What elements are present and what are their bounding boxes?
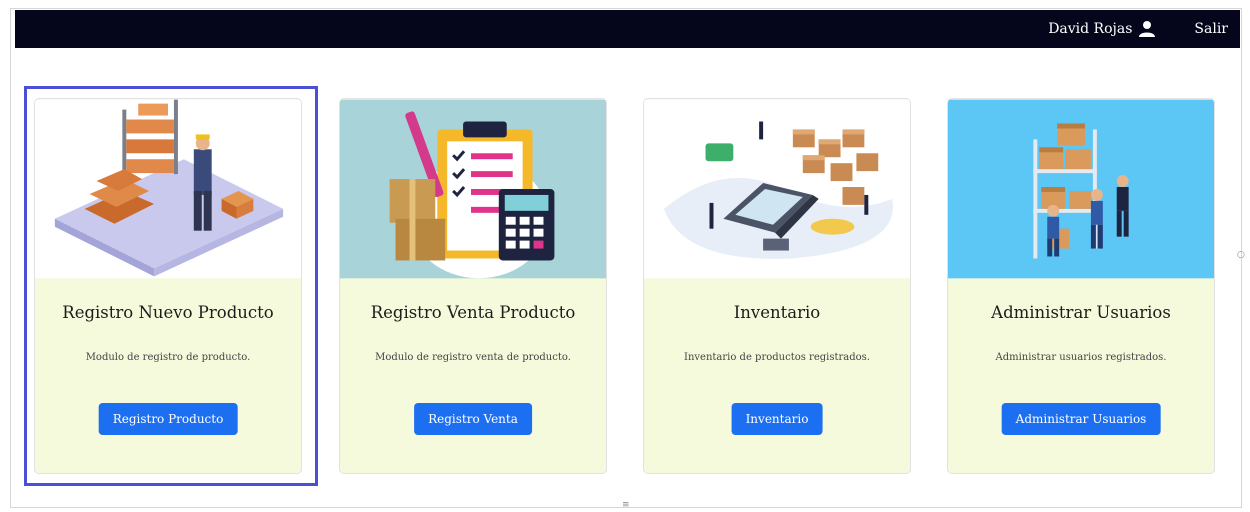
card-administrar-usuarios: Administrar Usuarios Administrar usuario… bbox=[947, 98, 1215, 474]
card-inventario: Inventario Inventario de productos regis… bbox=[643, 98, 911, 474]
user-name: David Rojas bbox=[1048, 21, 1133, 37]
inventory-laptop-illustration bbox=[644, 99, 910, 279]
card-description: Modulo de registro venta de producto. bbox=[375, 352, 571, 363]
clipboard-calculator-illustration bbox=[340, 99, 606, 279]
card-description: Administrar usuarios registrados. bbox=[995, 352, 1167, 363]
resize-handle-right[interactable]: ○ bbox=[1237, 250, 1245, 260]
card-description: Inventario de productos registrados. bbox=[684, 352, 870, 363]
card-title: Registro Venta Producto bbox=[370, 303, 576, 322]
top-navbar: David Rojas Salir bbox=[15, 10, 1240, 48]
inventario-button[interactable]: Inventario bbox=[731, 403, 823, 435]
administrar-usuarios-button[interactable]: Administrar Usuarios bbox=[1001, 403, 1161, 435]
resize-handle-bottom[interactable]: ≡ bbox=[622, 500, 630, 510]
registro-venta-button[interactable]: Registro Venta bbox=[414, 403, 532, 435]
user-menu[interactable]: David Rojas bbox=[1048, 20, 1156, 38]
registro-producto-button[interactable]: Registro Producto bbox=[98, 403, 238, 435]
logout-link[interactable]: Salir bbox=[1194, 21, 1228, 37]
card-registro-producto: Registro Nuevo Producto Modulo de regist… bbox=[34, 98, 302, 474]
card-title: Administrar Usuarios bbox=[991, 303, 1171, 322]
warehouse-worker-illustration bbox=[35, 99, 301, 279]
card-description: Modulo de registro de producto. bbox=[85, 352, 251, 363]
card-title: Inventario bbox=[733, 303, 821, 322]
user-icon bbox=[1139, 21, 1156, 37]
card-registro-venta: Registro Venta Producto Modulo de regist… bbox=[339, 98, 607, 474]
users-shelves-illustration bbox=[948, 99, 1214, 279]
card-title: Registro Nuevo Producto bbox=[62, 303, 274, 322]
